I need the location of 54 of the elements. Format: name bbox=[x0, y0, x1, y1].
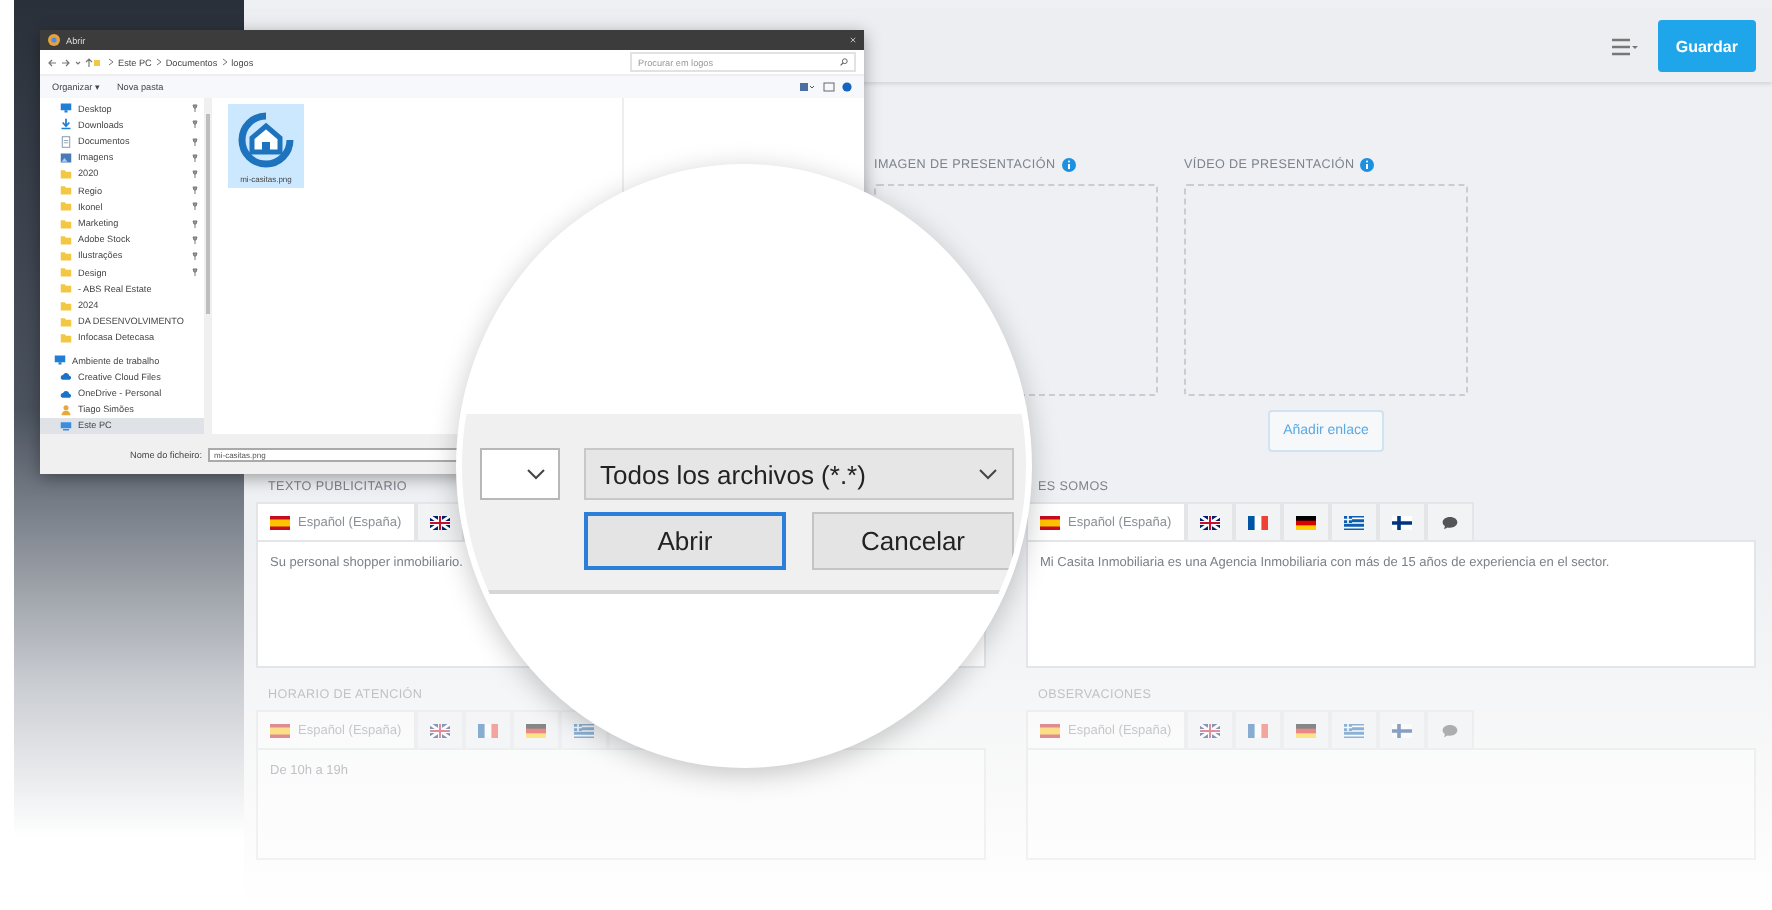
person-icon bbox=[60, 403, 72, 416]
british-flag-icon bbox=[1199, 515, 1220, 529]
navigation-arrows-icon[interactable] bbox=[48, 57, 100, 67]
greek-flag-icon bbox=[1343, 515, 1364, 529]
info-icon[interactable] bbox=[1360, 158, 1375, 172]
french-flag-icon bbox=[1247, 723, 1268, 737]
dialog-button[interactable]: Cancelar bbox=[812, 512, 1014, 570]
speech-bubble-icon bbox=[1439, 723, 1460, 737]
picture-icon bbox=[60, 151, 72, 164]
greek-flag-icon bbox=[1343, 723, 1364, 737]
german-flag-icon bbox=[525, 723, 546, 737]
chevron-icon bbox=[526, 468, 546, 480]
language-tab[interactable] bbox=[415, 502, 464, 540]
french-flag-icon bbox=[477, 723, 498, 737]
spanish-flag-icon bbox=[270, 723, 290, 737]
comment-tab[interactable] bbox=[1425, 502, 1474, 540]
german-flag-icon bbox=[1295, 515, 1316, 529]
speech-bubble-icon bbox=[1439, 515, 1460, 529]
language-tab[interactable] bbox=[1233, 502, 1282, 540]
language-tab[interactable] bbox=[1329, 502, 1378, 540]
dropdown[interactable] bbox=[480, 448, 560, 500]
app-icon bbox=[48, 34, 60, 46]
chevron-icon bbox=[155, 58, 162, 66]
view-options-icon[interactable] bbox=[800, 82, 852, 92]
info-icon[interactable] bbox=[1061, 158, 1076, 172]
language-tab[interactable] bbox=[1281, 502, 1330, 540]
chevron-icon bbox=[108, 58, 114, 66]
language-tab[interactable] bbox=[1185, 502, 1234, 540]
document-icon bbox=[60, 135, 72, 147]
british-flag-icon bbox=[429, 515, 450, 529]
language-tab[interactable] bbox=[1377, 502, 1426, 540]
finnish-flag-icon bbox=[1391, 723, 1412, 737]
british-flag-icon bbox=[1199, 723, 1220, 737]
close-icon[interactable] bbox=[850, 36, 856, 44]
german-flag-icon bbox=[1295, 723, 1316, 737]
french-flag-icon bbox=[1247, 515, 1268, 529]
finnish-flag-icon bbox=[1391, 515, 1412, 529]
spanish-flag-icon bbox=[1040, 515, 1060, 529]
dialog-button[interactable]: Abrir bbox=[584, 512, 786, 570]
greek-flag-icon bbox=[573, 723, 594, 737]
search-icon bbox=[840, 58, 848, 66]
spanish-flag-icon bbox=[270, 515, 290, 529]
spanish-flag-icon bbox=[1040, 723, 1060, 737]
scrollbar[interactable] bbox=[204, 98, 212, 434]
house-logo-icon bbox=[236, 110, 296, 170]
british-flag-icon bbox=[429, 723, 450, 737]
menu-icon[interactable] bbox=[1611, 37, 1638, 55]
file-type-dropdown[interactable]: Todos los archivos (*.*) bbox=[584, 448, 1014, 500]
monitor-icon bbox=[60, 102, 72, 115]
chevron-icon bbox=[978, 468, 998, 480]
chevron-icon bbox=[221, 58, 228, 66]
download-arrow-icon bbox=[60, 118, 72, 131]
monitor-icon bbox=[54, 354, 66, 367]
computer-icon bbox=[60, 419, 72, 432]
